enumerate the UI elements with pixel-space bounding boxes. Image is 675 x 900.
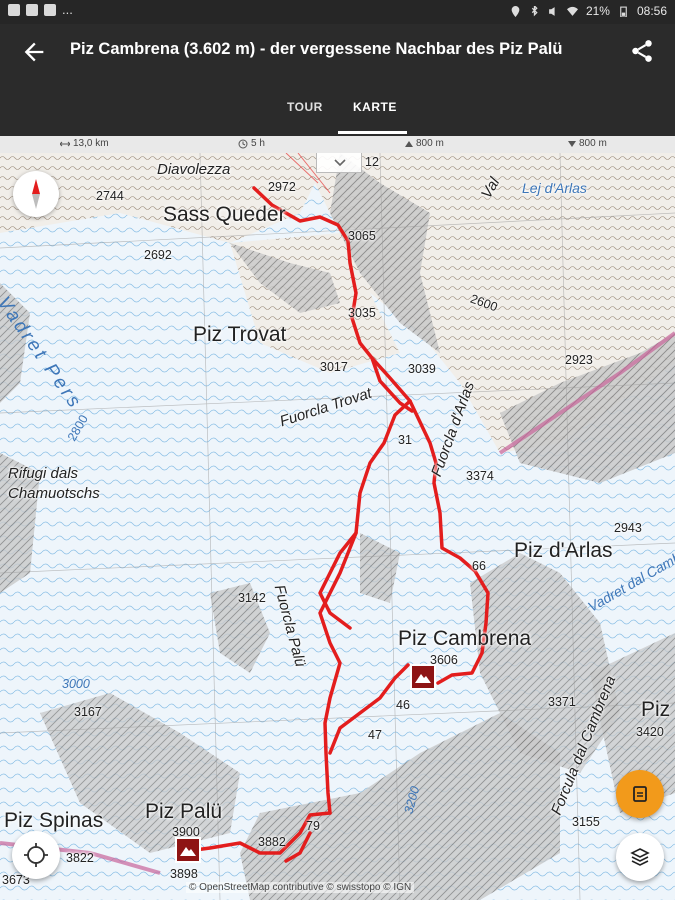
elevation-label: 3420 bbox=[636, 725, 664, 739]
elevation-label: 3039 bbox=[408, 362, 436, 376]
place-label-piz-trovat: Piz Trovat bbox=[193, 323, 287, 346]
ascent-icon bbox=[405, 140, 413, 147]
topo-map[interactable]: Diavolezza Sass Queder Piz Trovat Fuorcl… bbox=[0, 153, 675, 900]
place-label-piz-cambrena: Piz Cambrena bbox=[398, 627, 532, 650]
elevation-label: 3371 bbox=[548, 695, 576, 709]
stat-distance: 13,0 km bbox=[60, 138, 109, 149]
app-notification-icon bbox=[8, 4, 20, 16]
app-notification-icon bbox=[26, 4, 38, 16]
stat-duration: 5 h bbox=[238, 138, 265, 149]
map-attribution[interactable]: © OpenStreetMap contributive © swisstopo… bbox=[186, 882, 415, 893]
compass-icon bbox=[32, 179, 40, 209]
tab-tour[interactable]: TOUR bbox=[287, 100, 323, 114]
place-label-diavolezza: Diavolezza bbox=[157, 161, 231, 178]
mountain-icon bbox=[180, 847, 196, 856]
mountain-icon bbox=[415, 674, 431, 683]
layers-button[interactable] bbox=[616, 833, 664, 881]
wifi-icon bbox=[566, 6, 578, 16]
page-title: Piz Cambrena (3.602 m) - der vergessene … bbox=[70, 40, 563, 58]
place-label-piz-spinas: Piz Spinas bbox=[4, 809, 104, 832]
bluetooth-icon bbox=[531, 5, 538, 16]
stat-duration-value: 5 h bbox=[251, 138, 265, 149]
elevation-label: 31 bbox=[398, 433, 412, 447]
elevation-label: 3155 bbox=[572, 815, 600, 829]
elevation-label: 3035 bbox=[348, 306, 376, 320]
descent-icon bbox=[568, 140, 576, 147]
share-icon bbox=[632, 40, 652, 62]
lake-label-lej-arlas: Lej d'Arlas bbox=[522, 180, 587, 196]
elevation-label: 46 bbox=[396, 698, 410, 712]
offline-map-button[interactable] bbox=[616, 770, 664, 818]
tour-stats-bar: 13,0 km 5 h 800 m 800 m bbox=[0, 136, 675, 153]
elevation-label: 79 bbox=[306, 819, 320, 833]
compass-button[interactable] bbox=[13, 171, 59, 217]
tab-indicator bbox=[338, 131, 407, 134]
arrow-back-icon bbox=[24, 42, 44, 62]
elevation-label: 3065 bbox=[348, 229, 376, 243]
elevation-label: 2923 bbox=[565, 353, 593, 367]
elevation-label: 47 bbox=[368, 728, 382, 742]
locate-me-button[interactable] bbox=[12, 831, 60, 879]
elevation-label: 2972 bbox=[268, 180, 296, 194]
back-button[interactable] bbox=[20, 38, 48, 66]
elevation-label: 3822 bbox=[66, 851, 94, 865]
elevation-label: 3374 bbox=[466, 469, 494, 483]
share-button[interactable] bbox=[629, 38, 657, 66]
locate-icon bbox=[24, 843, 48, 867]
status-bar: ... 21% 08:56 bbox=[0, 0, 675, 24]
elevation-label: 3142 bbox=[238, 591, 266, 605]
elevation-label: 3000 bbox=[62, 677, 90, 691]
elevation-label: 66 bbox=[472, 559, 486, 573]
elevation-label: 3167 bbox=[74, 705, 102, 719]
tab-karte[interactable]: KARTE bbox=[353, 100, 397, 114]
summit-marker-piz-cambrena[interactable] bbox=[410, 664, 436, 690]
place-label-piz-right: Piz bbox=[641, 698, 671, 721]
mute-icon bbox=[549, 6, 555, 16]
place-label-chamuotschs: Chamuotschs bbox=[8, 485, 100, 502]
elevation-label: 3898 bbox=[170, 867, 198, 881]
stat-distance-value: 13,0 km bbox=[73, 138, 109, 149]
app-bar: Piz Cambrena (3.602 m) - der vergessene … bbox=[0, 24, 675, 136]
place-label-piz-arlas: Piz d'Arlas bbox=[514, 539, 613, 562]
collapse-stats-button[interactable] bbox=[316, 153, 362, 173]
layers-icon bbox=[630, 848, 650, 866]
place-label-piz-palu: Piz Palü bbox=[145, 800, 223, 823]
clock-icon bbox=[238, 139, 248, 148]
place-label-sass-queder: Sass Queder bbox=[163, 203, 286, 226]
battery-percent: 21% bbox=[585, 4, 610, 18]
tab-bar: TOUR KARTE bbox=[0, 94, 675, 136]
status-notification-icons: ... bbox=[8, 2, 73, 17]
app-notification-icon bbox=[44, 4, 56, 16]
chevron-down-icon bbox=[334, 159, 346, 167]
elevation-label: 3017 bbox=[320, 360, 348, 374]
elevation-label: 2692 bbox=[144, 248, 172, 262]
stat-ascent: 800 m bbox=[405, 138, 444, 149]
stat-ascent-value: 800 m bbox=[416, 138, 444, 149]
clock: 08:56 bbox=[636, 4, 667, 18]
distance-icon bbox=[60, 141, 70, 146]
elevation-label: 2744 bbox=[96, 189, 124, 203]
location-icon bbox=[511, 5, 520, 17]
elevation-label: 2943 bbox=[614, 521, 642, 535]
stat-descent-value: 800 m bbox=[579, 138, 607, 149]
elevation-label: 3882 bbox=[258, 835, 286, 849]
status-system-icons: 21% 08:56 bbox=[510, 4, 667, 18]
more-notifications: ... bbox=[62, 2, 73, 17]
stat-descent: 800 m bbox=[568, 138, 607, 149]
battery-icon bbox=[620, 6, 627, 17]
place-label-rifugi: Rifugi dals bbox=[8, 465, 79, 482]
map-download-icon bbox=[633, 786, 647, 802]
elevation-label: 12 bbox=[365, 155, 379, 169]
summit-marker-piz-palu[interactable] bbox=[175, 837, 201, 863]
